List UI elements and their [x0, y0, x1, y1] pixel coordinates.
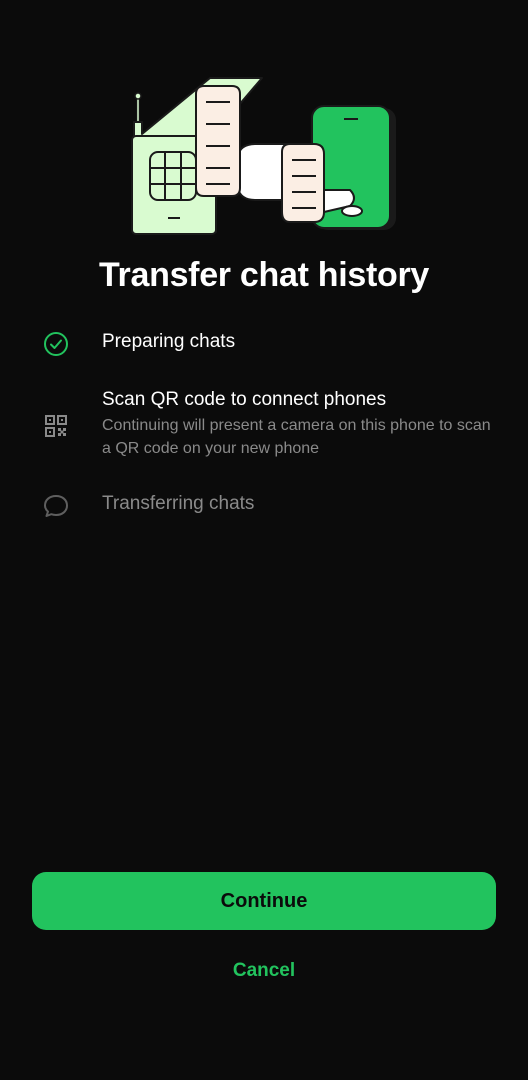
step-title: Preparing chats — [102, 331, 236, 352]
continue-button[interactable]: Continue — [32, 872, 496, 930]
transfer-chat-history-screen: Transfer chat history Preparing chats Sc… — [0, 0, 528, 1080]
step-title: Scan QR code to connect phones — [102, 389, 387, 410]
step-description: Continuing will present a camera on this… — [102, 417, 491, 457]
cancel-button[interactable]: Cancel — [164, 952, 364, 990]
chat-bubble-icon — [44, 495, 68, 517]
qr-code-icon — [45, 415, 67, 437]
step-title: Transferring chats — [102, 493, 255, 514]
page-title: Transfer chat history — [98, 256, 430, 294]
check-circle-icon — [44, 332, 68, 356]
phones-transfer-illustration — [131, 77, 396, 235]
